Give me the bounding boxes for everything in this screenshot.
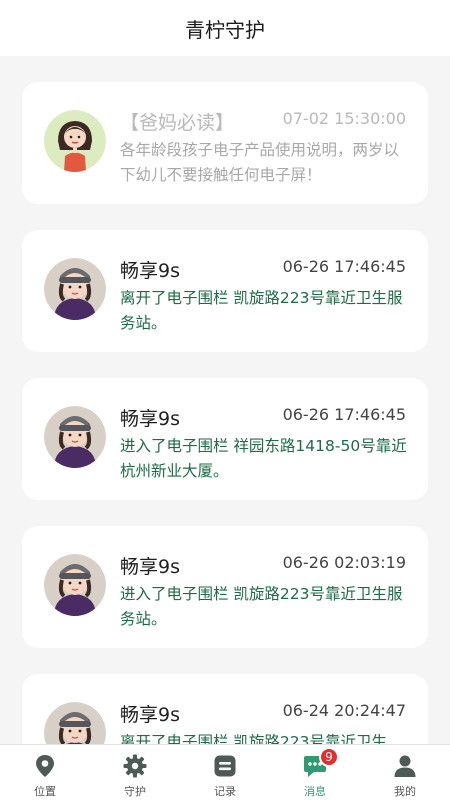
gear-icon — [123, 754, 147, 778]
message-text: 进入了电子围栏 凯旋路223号靠近卫生服务站。 — [120, 585, 403, 628]
sender-name: 【爸妈必读】 — [120, 112, 235, 134]
message-card[interactable]: 畅享9s 06-26 02:03:19 进入了电子围栏 凯旋路223号靠近卫生服… — [22, 526, 428, 648]
message-card[interactable]: 畅享9s 06-26 17:46:45 离开了电子围栏 凯旋路223号靠近卫生服… — [22, 230, 428, 352]
tab-label: 守护 — [124, 785, 146, 798]
message-list[interactable]: 【爸妈必读】 07-02 15:30:00 各年龄段孩子电子产品使用说明，两岁以… — [0, 56, 450, 744]
unread-badge: 9 — [319, 747, 339, 767]
tab-label: 记录 — [214, 785, 236, 798]
page-title: 青柠守护 — [185, 17, 265, 42]
location-pin-icon — [36, 755, 54, 777]
message-card[interactable]: 畅享9s 06-24 20:24:47 离开了电子围栏 凯旋路223号靠近卫生 — [22, 674, 428, 744]
tab-profile[interactable]: 我的 — [360, 745, 450, 800]
sender-name: 畅享9s — [120, 704, 180, 726]
sender-name: 畅享9s — [120, 556, 180, 578]
sender-name: 畅享9s — [120, 260, 180, 282]
message-card[interactable]: 畅享9s 06-26 17:46:45 进入了电子围栏 祥园东路1418-50号… — [22, 378, 428, 500]
message-time: 06-24 20:24:47 — [282, 701, 406, 720]
message-text: 各年龄段孩子电子产品使用说明，两岁以下幼儿不要接触任何电子屏！ — [120, 141, 400, 184]
message-text: 离开了电子围栏 凯旋路223号靠近卫生 — [120, 733, 388, 744]
tab-guard[interactable]: 守护 — [90, 745, 180, 800]
tab-label: 位置 — [34, 785, 56, 798]
bottom-tab-bar: 位置 守护 记录 9 消息 我的 — [0, 744, 450, 800]
message-text: 进入了电子围栏 祥园东路1418-50号靠近杭州新业大厦。 — [120, 437, 407, 480]
message-time: 06-26 02:03:19 — [282, 553, 406, 572]
message-card-notice[interactable]: 【爸妈必读】 07-02 15:30:00 各年龄段孩子电子产品使用说明，两岁以… — [22, 82, 428, 204]
message-time: 06-26 17:46:45 — [282, 257, 406, 276]
avatar — [44, 702, 106, 744]
tab-records[interactable]: 记录 — [180, 745, 270, 800]
tab-location[interactable]: 位置 — [0, 745, 90, 800]
tab-label: 消息 — [304, 785, 326, 798]
message-time: 06-26 17:46:45 — [282, 405, 406, 424]
person-icon — [394, 755, 416, 777]
avatar — [44, 406, 106, 468]
record-icon — [214, 755, 236, 777]
tab-label: 我的 — [394, 785, 416, 798]
message-time: 07-02 15:30:00 — [282, 109, 406, 128]
app-header: 青柠守护 — [0, 0, 450, 56]
avatar — [44, 554, 106, 616]
avatar — [44, 110, 106, 172]
sender-name: 畅享9s — [120, 408, 180, 430]
tab-messages[interactable]: 9 消息 — [270, 745, 360, 800]
avatar — [44, 258, 106, 320]
message-text: 离开了电子围栏 凯旋路223号靠近卫生服务站。 — [120, 289, 403, 332]
